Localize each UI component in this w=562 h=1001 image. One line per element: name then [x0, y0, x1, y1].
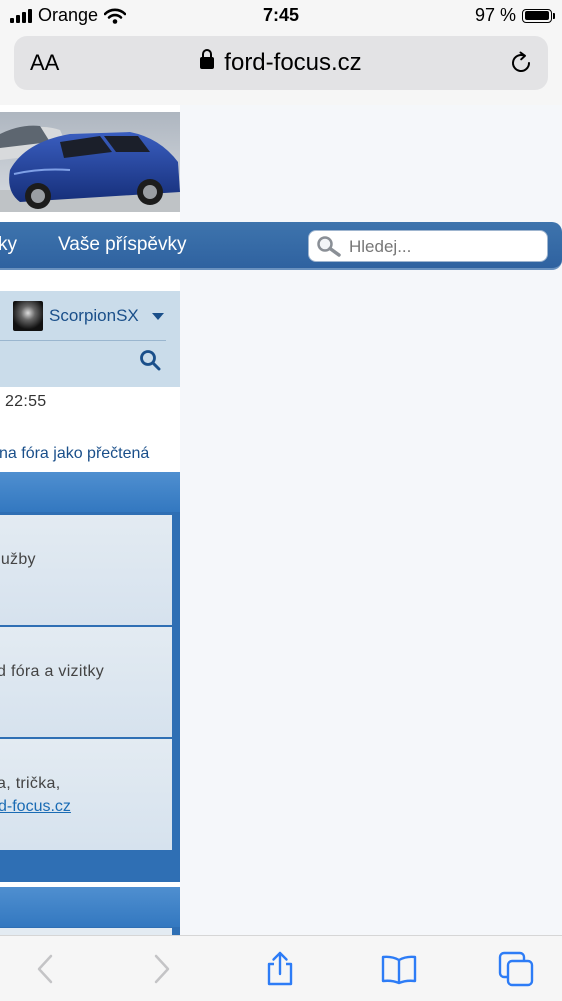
username-link[interactable]: ScorpionSX	[49, 306, 139, 326]
forum-row[interactable]	[0, 928, 172, 935]
back-icon[interactable]	[28, 951, 64, 987]
forum-navbar: ky Vaše příspěvky	[0, 222, 562, 270]
battery-level	[525, 11, 549, 20]
search-input[interactable]	[347, 236, 541, 258]
forum-row[interactable]: a, trička, d-focus.cz	[0, 738, 172, 850]
battery-percent: 97 %	[475, 5, 516, 26]
nav-link-partial[interactable]: ky	[0, 234, 17, 256]
forum-description: a, trička,	[0, 775, 60, 793]
domain-label: ford-focus.cz	[224, 49, 361, 76]
share-icon[interactable]	[262, 951, 298, 987]
status-bar: Orange 7:45 97 %	[0, 0, 562, 32]
forum-description: d fóra a vizitky	[0, 663, 104, 681]
forum-list: lužby d fóra a vizitky a, trička, d-focu…	[0, 514, 172, 874]
battery-icon	[522, 9, 552, 23]
address-bar[interactable]: AA ford-focus.cz	[14, 36, 548, 90]
chevron-down-icon[interactable]	[152, 313, 164, 320]
lock-icon	[200, 57, 214, 69]
nav-link-own-posts[interactable]: Vaše příspěvky	[58, 234, 186, 256]
browser-chrome: AA ford-focus.cz	[0, 32, 562, 106]
forum-row[interactable]: d fóra a vizitky	[0, 626, 172, 737]
battery-group: 97 %	[475, 5, 552, 26]
bookmarks-icon[interactable]	[381, 951, 417, 987]
category-header[interactable]	[0, 472, 180, 512]
category-header[interactable]	[0, 887, 180, 927]
divider	[0, 340, 166, 341]
mark-forums-read-link[interactable]: na fóra jako přečtená	[0, 445, 149, 463]
url-display[interactable]: ford-focus.cz	[14, 49, 548, 77]
forum-category: lužby d fóra a vizitky a, trička, d-focu…	[0, 472, 180, 882]
web-page: ky Vaše příspěvky ScorpionSX 0 22:55 5 n…	[0, 105, 562, 935]
magnifier-icon	[315, 235, 343, 257]
reload-icon[interactable]	[508, 50, 534, 76]
forum-description: lužby	[0, 551, 36, 569]
forum-row[interactable]: lužby	[0, 514, 172, 625]
forum-link[interactable]: d-focus.cz	[0, 798, 71, 816]
search-icon[interactable]	[139, 349, 161, 371]
tabs-icon[interactable]	[498, 951, 534, 987]
forward-icon[interactable]	[143, 951, 179, 987]
user-panel: ScorpionSX	[0, 291, 180, 387]
avatar[interactable]	[13, 301, 43, 331]
search-box[interactable]	[308, 230, 548, 262]
last-visit-text: 0 22:55	[0, 393, 46, 411]
header-car-image[interactable]	[0, 112, 180, 212]
forum-category	[0, 887, 180, 935]
browser-toolbar	[0, 935, 562, 1001]
